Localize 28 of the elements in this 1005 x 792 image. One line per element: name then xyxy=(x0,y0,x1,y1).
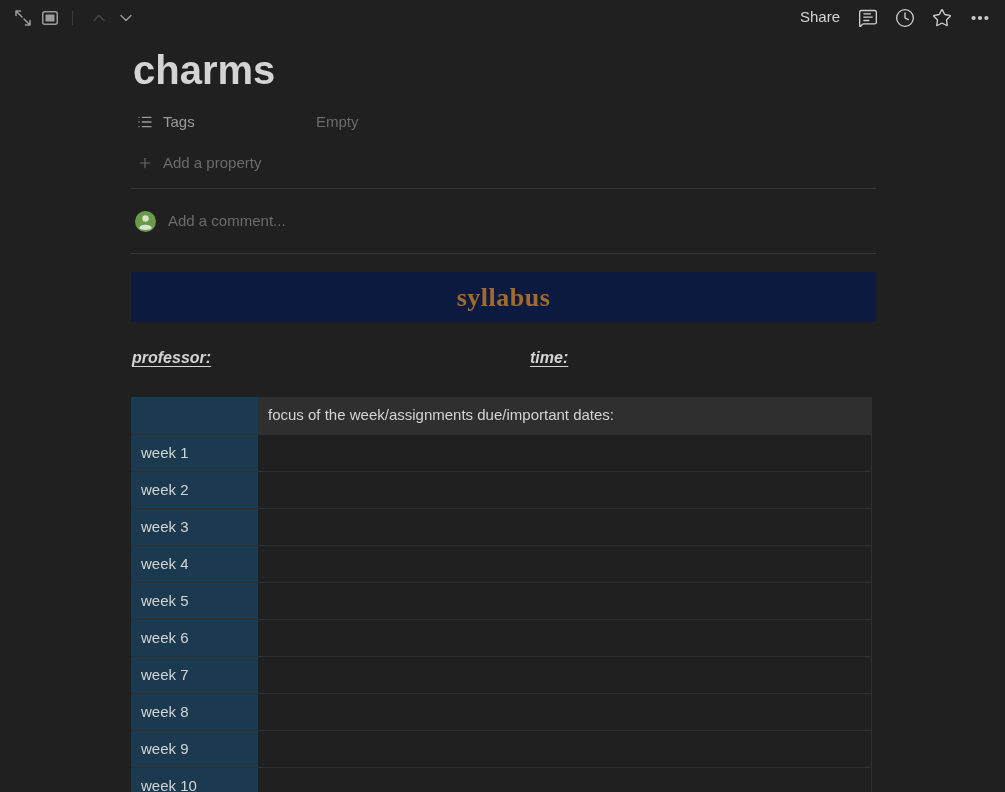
add-property-button[interactable]: Add a property xyxy=(163,151,262,175)
table-header-cell: focus of the week/assignments due/important dates: xyxy=(258,397,871,434)
week-cell: week 2 xyxy=(131,471,258,508)
week-cell: week 1 xyxy=(131,434,258,471)
panel-icon[interactable] xyxy=(42,10,58,25)
week-cell: week 5 xyxy=(131,582,258,619)
page-title: charms xyxy=(132,47,277,93)
property-name[interactable]: Tags xyxy=(163,110,195,134)
comment-icon[interactable] xyxy=(858,7,878,28)
property-value[interactable]: Empty xyxy=(316,110,359,134)
comment-field[interactable]: Add a comment... xyxy=(168,209,568,233)
clock-icon[interactable] xyxy=(895,7,915,28)
week-cell: week 6 xyxy=(131,619,258,656)
week-cell: week 9 xyxy=(131,730,258,767)
star-icon[interactable] xyxy=(932,7,952,28)
banner-title: syllabus xyxy=(456,281,551,314)
week-cell: week 10 xyxy=(131,767,258,792)
expand-icon[interactable] xyxy=(14,8,32,27)
plus-icon[interactable] xyxy=(137,155,153,171)
week-cell: week 8 xyxy=(131,693,258,730)
field-label: professor: xyxy=(132,349,212,366)
week-cell: week 7 xyxy=(131,656,258,693)
share-button[interactable]: Share xyxy=(799,6,840,29)
avatar-icon xyxy=(135,210,156,232)
list-icon xyxy=(137,114,153,130)
week-cell: week 4 xyxy=(131,545,258,582)
field-label: time: xyxy=(530,349,569,366)
week-cell: week 3 xyxy=(131,508,258,545)
